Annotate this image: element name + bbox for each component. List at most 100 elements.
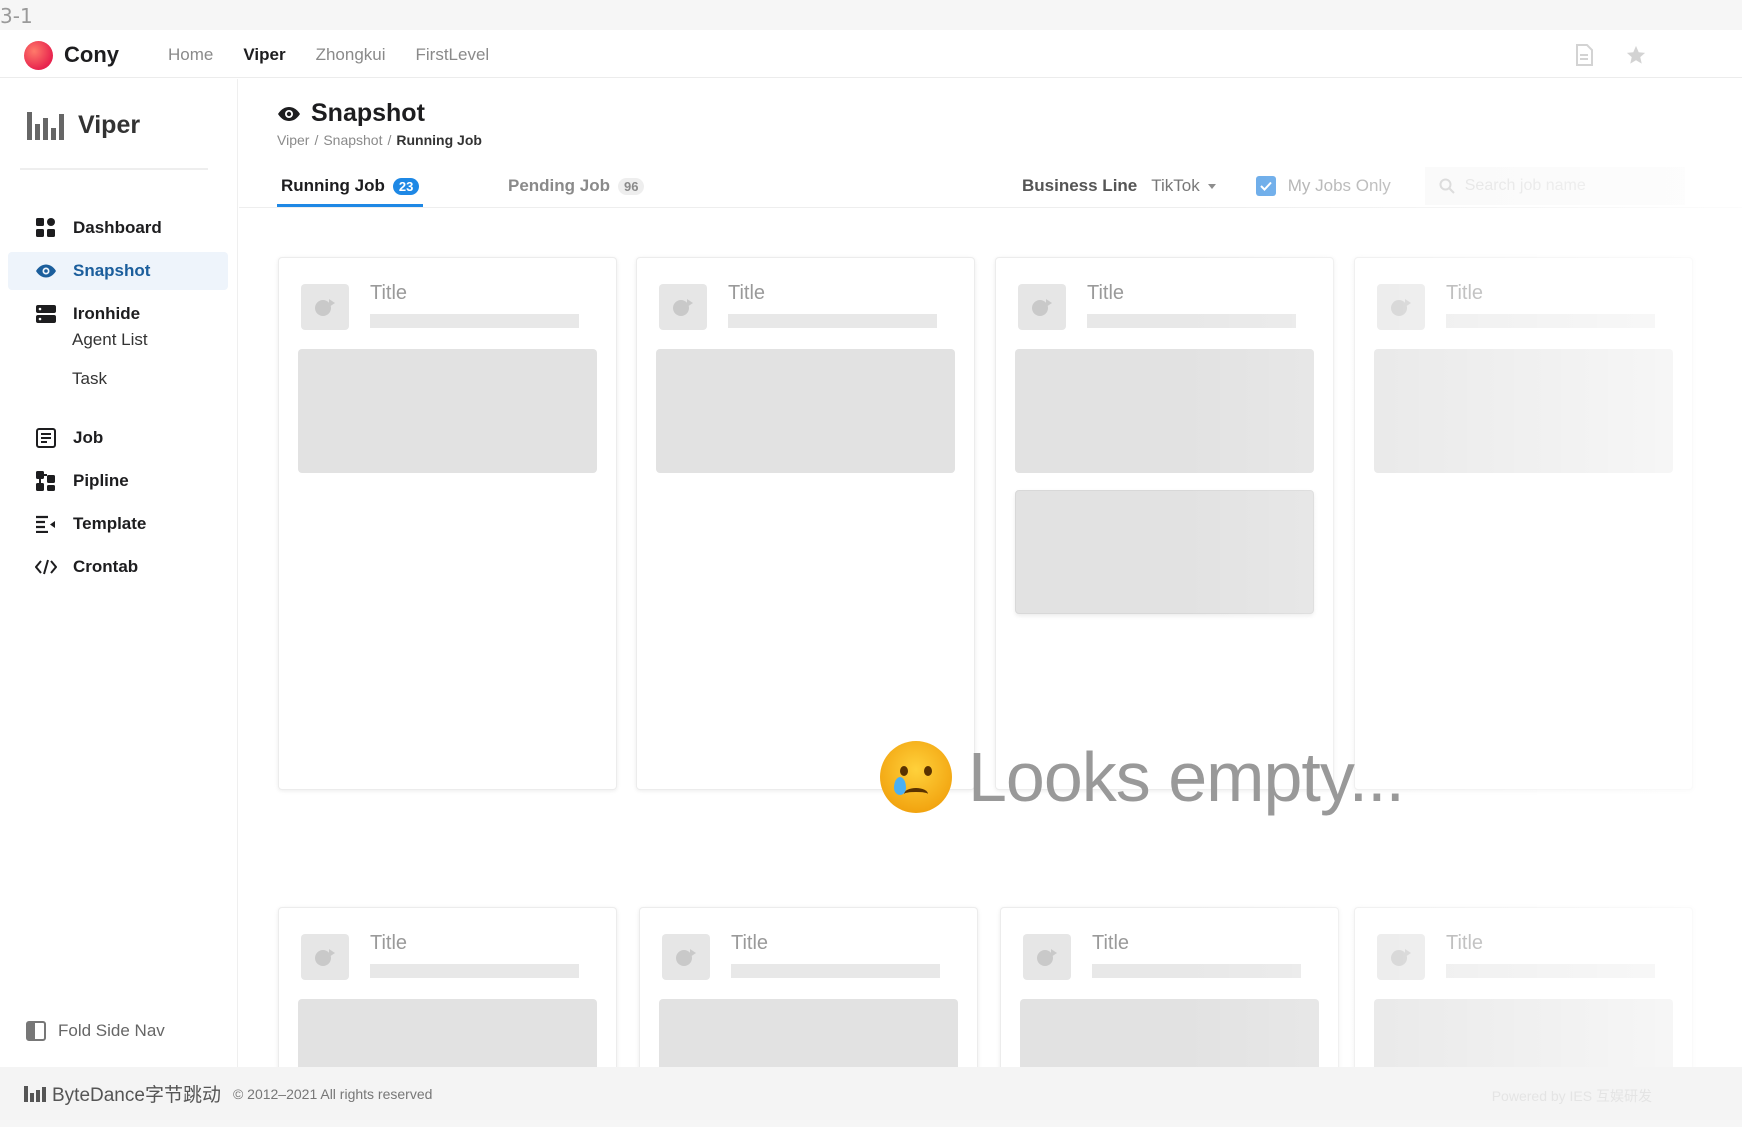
dashboard-icon — [35, 217, 57, 239]
card-title: Title — [1087, 282, 1125, 304]
card-subtitle-skeleton — [1446, 964, 1655, 978]
topnav-zhongkui[interactable]: Zhongkui — [316, 45, 386, 65]
sidebar-item-pipline[interactable]: Pipline — [8, 462, 228, 500]
business-line-label: Business Line — [1022, 176, 1138, 195]
search-input[interactable] — [1464, 177, 1665, 195]
sidebar-item-label: Crontab — [73, 557, 139, 576]
card-content-skeleton — [1374, 349, 1673, 473]
card-title: Title — [1446, 282, 1484, 304]
topnav-firstlevel[interactable]: FirstLevel — [416, 45, 490, 65]
chart-placeholder-icon — [1023, 934, 1071, 980]
sidebar-item-label: Template — [73, 514, 147, 533]
sidebar-item-crontab[interactable]: Crontab — [8, 548, 228, 586]
breadcrumb-snapshot[interactable]: Snapshot — [323, 132, 382, 148]
star-icon[interactable] — [1626, 44, 1646, 66]
sidebar-item-template[interactable]: Template — [8, 505, 228, 543]
card-content-skeleton — [1374, 999, 1673, 1067]
sidebar-item-dashboard[interactable]: Dashboard — [8, 209, 228, 247]
sidebar-item-job[interactable]: Job — [8, 419, 228, 457]
cony-logo-icon[interactable] — [24, 41, 53, 70]
sidebar-item-label: Pipline — [73, 471, 129, 490]
card-title: Title — [370, 282, 408, 304]
count-badge: 23 — [392, 177, 420, 195]
breadcrumb-viper[interactable]: Viper — [277, 132, 309, 148]
sidebar-item-snapshot[interactable]: Snapshot — [8, 252, 228, 290]
card-subtitle-skeleton — [731, 964, 940, 978]
card-subtitle-skeleton — [370, 314, 579, 328]
empty-state-message: Looks empty... — [968, 738, 1405, 816]
card-subtitle-skeleton — [1087, 314, 1296, 328]
viper-logo-icon — [27, 111, 64, 140]
search-box — [1424, 167, 1685, 205]
caret-down-icon[interactable] — [1207, 183, 1216, 189]
side-brand: Viper — [27, 111, 140, 140]
job-icon — [35, 427, 57, 449]
chart-placeholder-icon — [301, 934, 349, 980]
tab-pending-job[interactable]: Pending Job 96 — [508, 176, 645, 196]
job-card[interactable]: Title — [636, 257, 975, 790]
chart-placeholder-icon — [1377, 934, 1425, 980]
card-subtitle-skeleton — [1092, 964, 1301, 978]
footer-brand: ByteDance字节跳动 — [52, 1085, 221, 1106]
fold-side-nav-button[interactable]: Fold Side Nav — [26, 1021, 165, 1041]
job-card[interactable]: Title — [639, 907, 978, 1067]
footer-powered-by: Powered by IES 互娱研发 — [1491, 1088, 1652, 1104]
chart-placeholder-icon — [659, 284, 707, 330]
tabs-divider — [239, 207, 1742, 208]
card-subtitle-skeleton — [1446, 314, 1655, 328]
sidebar-subitem-agent-list[interactable]: Agent List — [72, 330, 148, 350]
job-card[interactable]: Title — [1354, 907, 1693, 1067]
topnav-viper[interactable]: Viper — [243, 45, 285, 65]
job-card[interactable]: Title — [278, 907, 617, 1067]
job-card[interactable]: Title — [278, 257, 617, 790]
card-title: Title — [1092, 932, 1130, 954]
count-badge: 96 — [618, 177, 645, 195]
app-window: Cony Home Viper Zhongkui FirstLevel Vipe… — [0, 30, 1742, 1120]
topnav-home[interactable]: Home — [168, 45, 213, 65]
card-title: Title — [370, 932, 408, 954]
job-card[interactable]: Title — [1000, 907, 1339, 1067]
card-content-skeleton — [1020, 999, 1319, 1067]
tab-running-job[interactable]: Running Job 23 — [281, 176, 420, 196]
fold-side-nav-label: Fold Side Nav — [58, 1021, 165, 1040]
side-brand-name: Viper — [78, 111, 141, 139]
card-title: Title — [728, 282, 766, 304]
sidebar-item-ironhide[interactable]: Ironhide — [8, 295, 228, 333]
card-content-skeleton — [656, 349, 955, 473]
footer-copyright: © 2012–2021 All rights reserved — [232, 1085, 433, 1102]
filter-bar: Business Line TikTok My Jobs Only — [1022, 167, 1685, 205]
tab-label: Pending Job — [508, 176, 610, 195]
tab-label: Running Job — [281, 176, 385, 195]
chart-placeholder-icon — [1377, 284, 1425, 330]
card-content-skeleton — [298, 349, 597, 473]
pipeline-icon — [35, 470, 57, 492]
my-jobs-only-label[interactable]: My Jobs Only — [1288, 176, 1391, 196]
empty-state: Looks empty... — [880, 737, 1405, 817]
breadcrumb-current: Running Job — [396, 132, 482, 148]
card-content-skeleton — [659, 999, 958, 1067]
template-icon — [35, 513, 57, 535]
document-icon[interactable] — [1574, 44, 1594, 66]
sidebar-item-label: Snapshot — [73, 261, 151, 280]
footer: ByteDance字节跳动 © 2012–2021 All rights res… — [0, 1067, 1742, 1120]
chart-placeholder-icon — [1018, 284, 1066, 330]
card-content-skeleton — [298, 999, 597, 1067]
side-nav: Viper Dashboard Snapshot Ironhide Agent … — [0, 79, 238, 1067]
top-nav: Home Viper Zhongkui FirstLevel — [168, 45, 519, 65]
sidebar-subitem-task[interactable]: Task — [72, 369, 107, 389]
top-bar: Cony Home Viper Zhongkui FirstLevel — [0, 30, 1742, 78]
sidebar-item-label: Ironhide — [73, 304, 141, 323]
card-content-skeleton — [1015, 349, 1314, 473]
main-content: Snapshot Viper / Snapshot / Running Job Runn… — [239, 79, 1742, 1067]
job-card[interactable]: Title — [1354, 257, 1693, 790]
chart-placeholder-icon — [662, 934, 710, 980]
sidebar-item-label: Job — [73, 428, 104, 447]
eye-icon — [35, 260, 57, 282]
my-jobs-only-checkbox[interactable] — [1255, 176, 1276, 196]
brand-name[interactable]: Cony — [64, 42, 119, 68]
job-card[interactable]: Title — [995, 257, 1334, 790]
server-icon — [35, 303, 57, 325]
code-icon — [35, 556, 57, 578]
frame-label: 3-1 — [0, 4, 33, 28]
business-line-select[interactable]: TikTok — [1151, 176, 1200, 196]
